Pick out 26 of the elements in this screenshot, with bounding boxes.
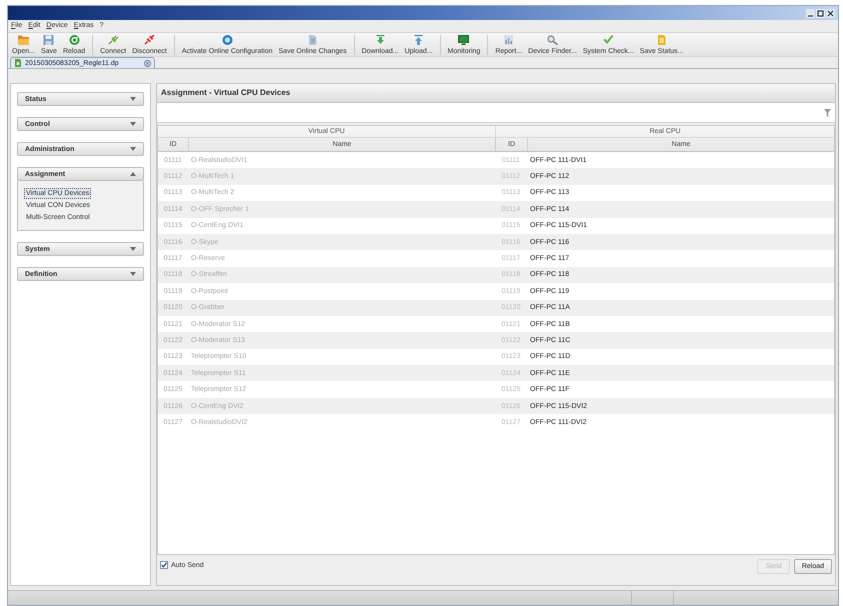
document-icon bbox=[656, 34, 668, 44]
magnifier-icon bbox=[546, 34, 558, 44]
plug-icon bbox=[144, 34, 156, 44]
chevron-down-icon[interactable] bbox=[130, 272, 136, 276]
document-icon bbox=[14, 59, 22, 67]
minimize-icon[interactable] bbox=[806, 8, 815, 18]
monitor-icon bbox=[458, 34, 470, 44]
filter-icon[interactable] bbox=[824, 108, 831, 116]
chevron-down-icon[interactable] bbox=[130, 97, 136, 101]
close-icon[interactable] bbox=[826, 8, 835, 18]
panel-title: Assignment - Virtual CPU Devices bbox=[161, 89, 290, 97]
arrow-down-icon bbox=[374, 34, 386, 44]
chevron-down-icon[interactable] bbox=[130, 122, 136, 126]
plug-icon bbox=[108, 34, 119, 44]
chevron-down-icon[interactable] bbox=[130, 147, 136, 151]
chart-icon bbox=[503, 34, 514, 44]
checkmark-icon bbox=[602, 34, 614, 44]
checkbox-icon[interactable] bbox=[160, 561, 168, 569]
document-icon bbox=[307, 34, 318, 44]
ring-icon bbox=[222, 34, 233, 44]
arrow-up-icon bbox=[413, 34, 424, 44]
chevron-up-icon[interactable] bbox=[130, 172, 136, 176]
refresh-icon bbox=[68, 34, 80, 44]
chevron-down-icon[interactable] bbox=[130, 247, 136, 251]
maximize-icon[interactable] bbox=[816, 8, 825, 18]
folder-icon bbox=[18, 34, 29, 44]
